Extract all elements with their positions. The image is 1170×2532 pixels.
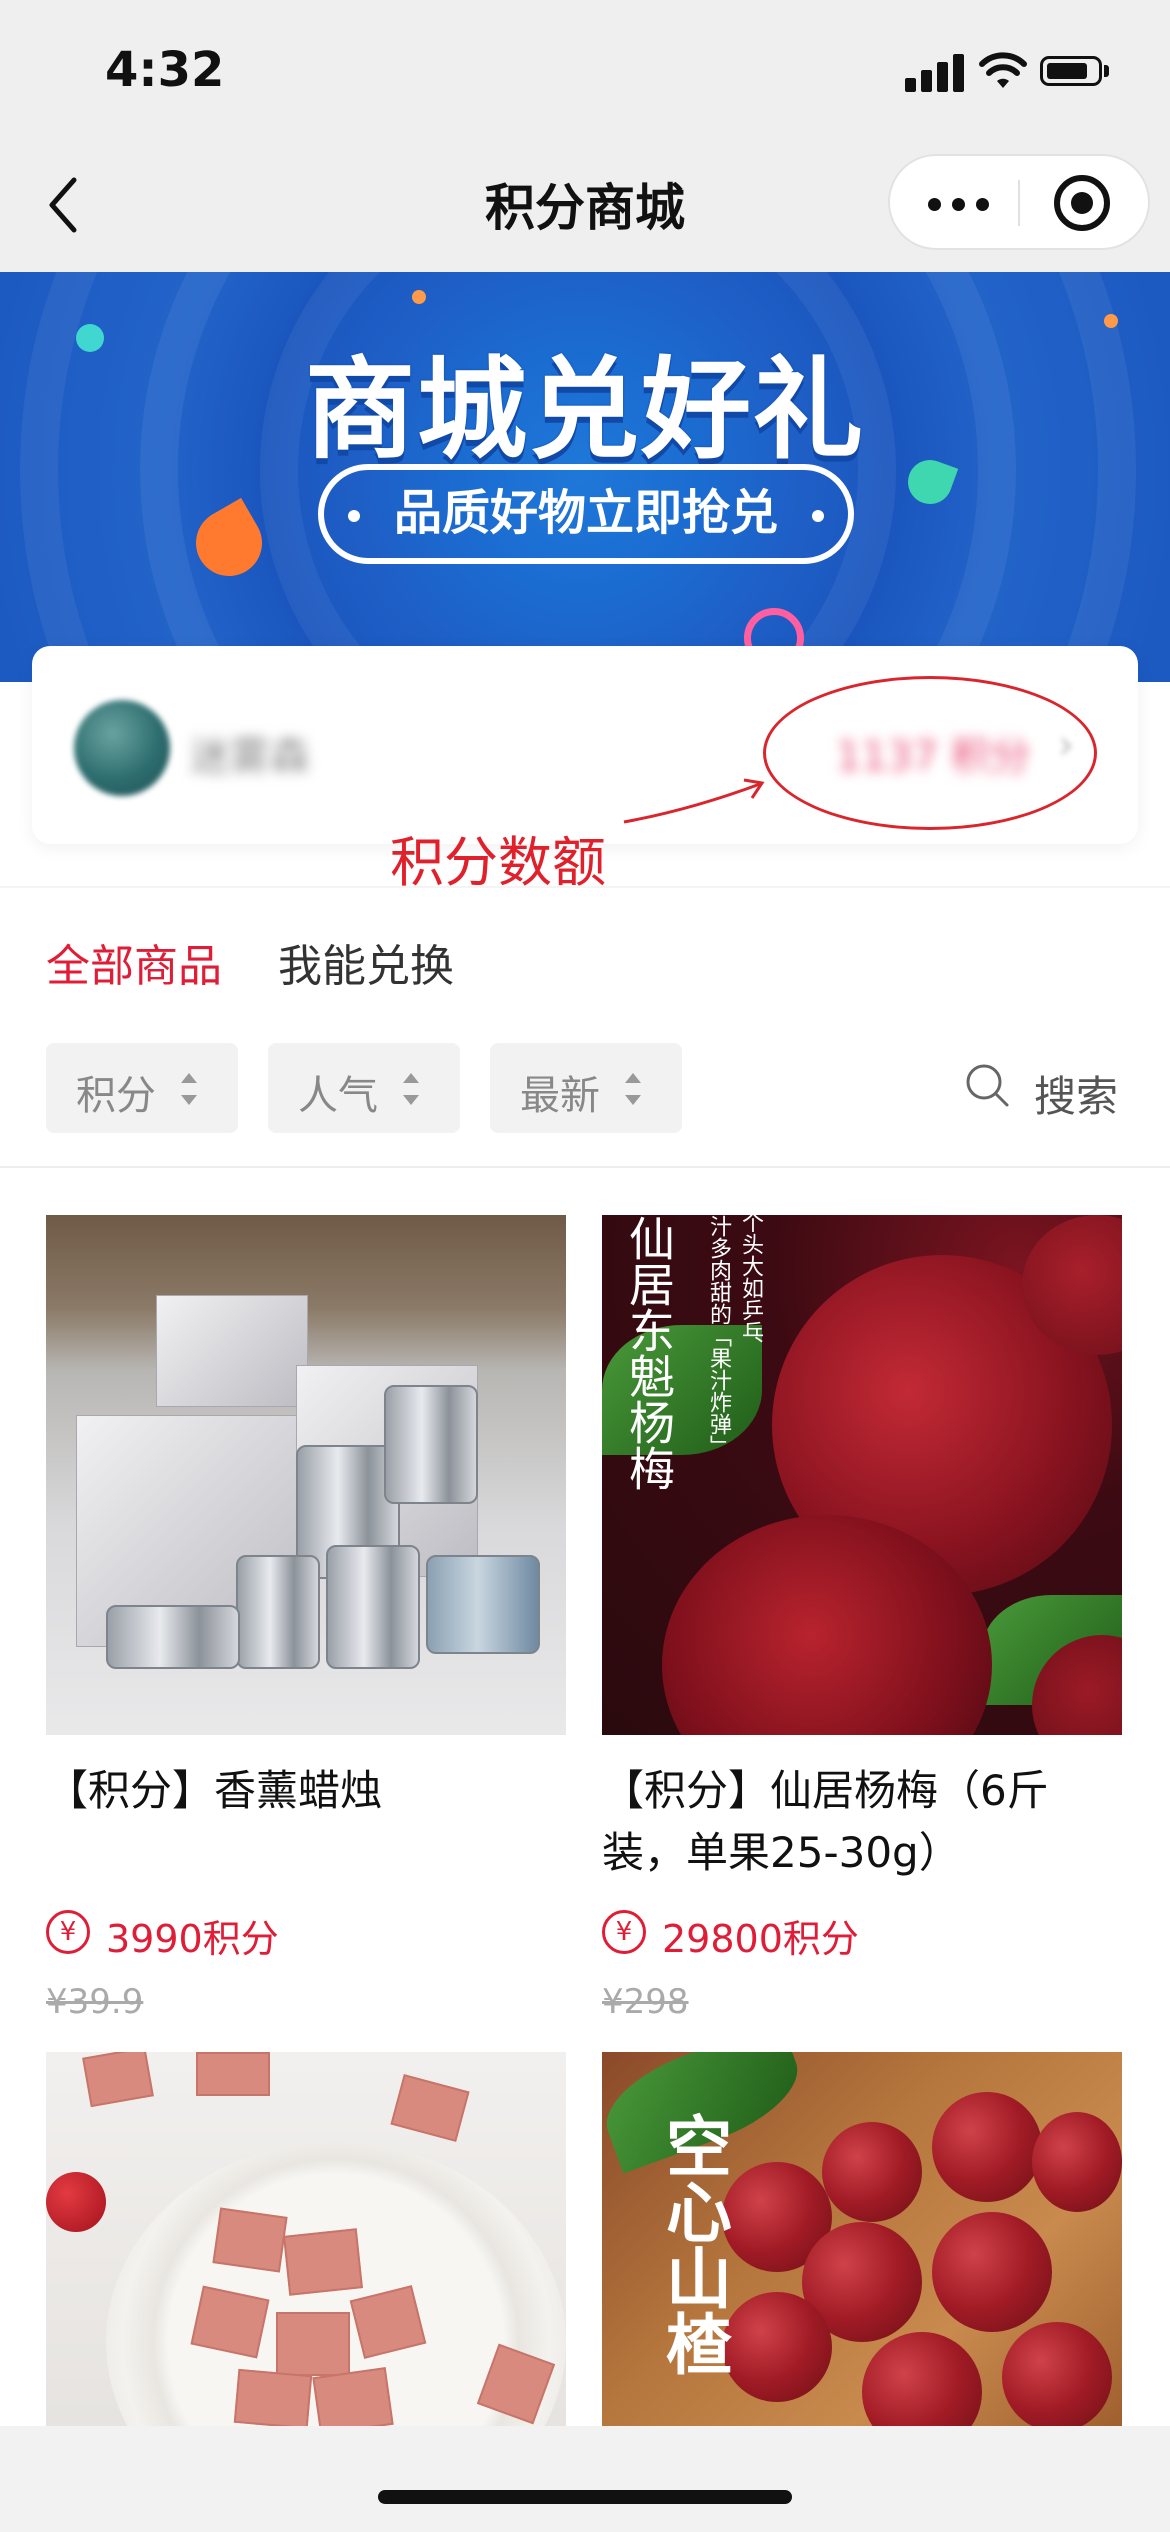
close-miniprogram-icon[interactable]	[1054, 175, 1110, 231]
points-price: 29800积分	[662, 1917, 859, 1961]
original-price: ¥298	[602, 1982, 689, 2022]
banner-subtitle-text: 品质好物立即抢兑	[393, 485, 778, 541]
image-text: 仙居东魁杨梅	[622, 1215, 676, 1491]
sort-toggle-icon	[181, 1073, 197, 1105]
points-price-row: ¥ 29800积分	[602, 1908, 1122, 1961]
sort-label: 积分	[76, 1073, 156, 1119]
banner-subtitle: 品质好物立即抢兑	[318, 464, 854, 564]
image-text: 空心山楂	[655, 2112, 733, 2376]
annotation-arrow-icon	[623, 778, 765, 824]
sort-by-points-button[interactable]: 积分	[46, 1043, 238, 1133]
tab-can-redeem[interactable]: 我能兑换	[278, 930, 454, 994]
annotation-ellipse	[763, 676, 1097, 830]
product-image-hawthorn[interactable]: 空心山楂	[602, 2052, 1122, 2426]
yen-coin-icon: ¥	[602, 1910, 646, 1954]
sort-by-newest-button[interactable]: 最新	[490, 1043, 682, 1133]
sort-toggle-icon	[403, 1073, 419, 1105]
sort-label: 人气	[298, 1073, 378, 1119]
home-indicator[interactable]	[378, 2490, 792, 2504]
product-image-bayberries[interactable]: 仙居东魁杨梅 个头大如乒乓 汁多肉甜的「果汁炸弹」	[602, 1215, 1122, 1735]
banner-title: 商城兑好礼	[305, 346, 865, 474]
section-divider	[0, 886, 1170, 888]
cellular-signal-icon	[905, 52, 965, 92]
wifi-icon	[979, 52, 1027, 88]
product-name[interactable]: 【积分】仙居杨梅（6斤装，单果25-30g）	[602, 1760, 1122, 1884]
product-image-aroma-candles[interactable]	[46, 1215, 566, 1735]
points-price: 3990积分	[106, 1917, 279, 1961]
user-nickname: 迷雾森	[190, 734, 310, 780]
promo-banner[interactable]: 商城兑好礼 品质好物立即抢兑	[0, 272, 1170, 682]
home-bar-area	[0, 2426, 1170, 2532]
yen-coin-icon: ¥	[46, 1910, 90, 1954]
battery-icon	[1040, 56, 1102, 86]
points-price-row: ¥ 3990积分	[46, 1908, 566, 1961]
decor-dot	[412, 290, 426, 304]
image-text: 个头大如乒乓	[738, 1215, 763, 1343]
sort-toggle-icon	[625, 1073, 641, 1105]
sort-by-popularity-button[interactable]: 人气	[268, 1043, 460, 1133]
image-text: 汁多肉甜的「果汁炸弹」	[706, 1215, 731, 1455]
original-price: ¥39.9	[46, 1982, 144, 2022]
search-icon[interactable]	[964, 1062, 1010, 1108]
avatar	[74, 700, 170, 796]
capsule-divider	[1018, 180, 1020, 226]
status-time: 4:32	[105, 42, 225, 98]
sort-label: 最新	[520, 1073, 600, 1119]
product-image-fruit-leather[interactable]	[46, 2052, 566, 2426]
search-button[interactable]: 搜索	[1034, 1063, 1118, 1124]
tab-all-products[interactable]: 全部商品	[46, 930, 222, 994]
battery-cap	[1104, 65, 1109, 77]
product-name[interactable]: 【积分】香薰蜡烛	[46, 1760, 566, 1822]
list-divider	[0, 1166, 1170, 1168]
more-icon[interactable]	[928, 180, 990, 226]
